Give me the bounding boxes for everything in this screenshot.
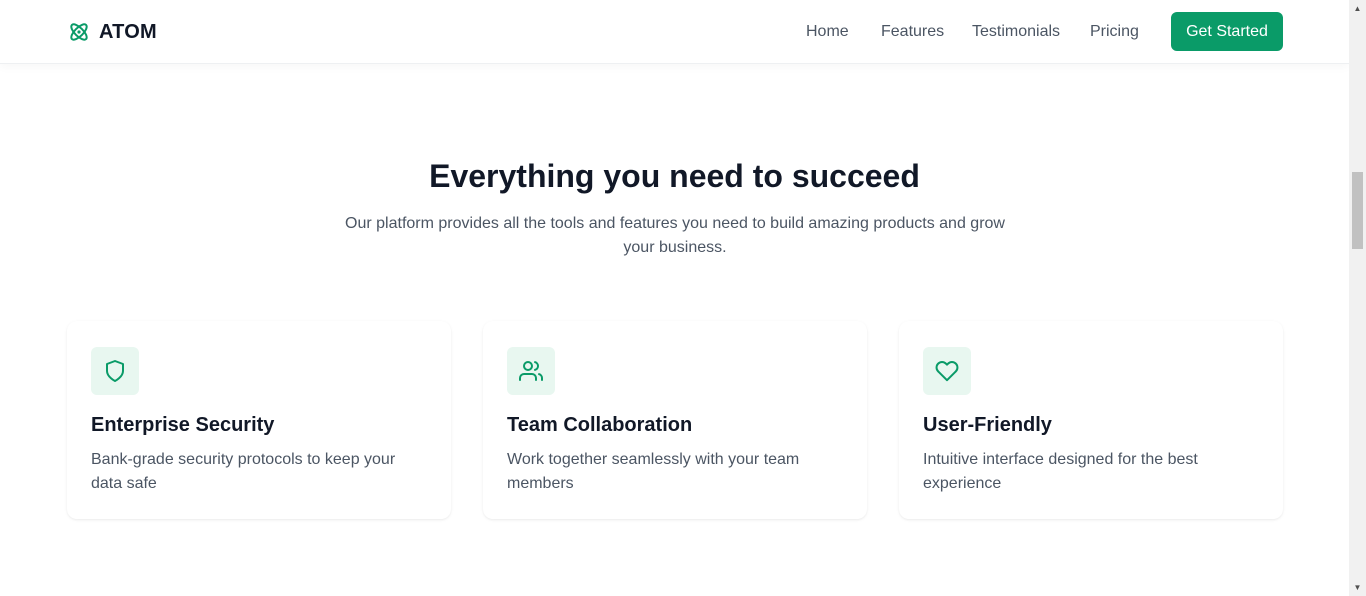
- scrollbar-thumb[interactable]: [1352, 172, 1363, 249]
- brand-name: ATOM: [99, 20, 157, 43]
- feature-card-description: Bank-grade security protocols to keep yo…: [91, 451, 396, 492]
- atom-icon: [67, 20, 91, 44]
- scroll-up-arrow-icon[interactable]: ▲: [1349, 0, 1366, 17]
- feature-card-description: Work together seamlessly with your team …: [507, 451, 800, 492]
- feature-card-title: User-Friendly: [923, 414, 1052, 436]
- nav-link-home[interactable]: Home: [806, 23, 849, 41]
- page: ATOM Home Features Testimonials Pricing …: [0, 0, 1349, 596]
- feature-card-title: Team Collaboration: [507, 414, 693, 436]
- vertical-scrollbar[interactable]: ▲ ▼: [1349, 0, 1366, 596]
- section-subtitle: Our platform provides all the tools and …: [345, 215, 1005, 256]
- get-started-button[interactable]: Get Started: [1171, 12, 1283, 51]
- nav-link-pricing[interactable]: Pricing: [1090, 23, 1139, 41]
- feature-card-collaboration: Team Collaboration Work together seamles…: [483, 321, 867, 519]
- nav-link-testimonials[interactable]: Testimonials: [972, 23, 1060, 41]
- users-icon: [507, 347, 555, 395]
- nav-link-features[interactable]: Features: [881, 23, 944, 41]
- section-title: Everything you need to succeed: [429, 158, 920, 194]
- navbar: ATOM Home Features Testimonials Pricing …: [0, 0, 1349, 64]
- brand-logo[interactable]: ATOM: [67, 19, 157, 45]
- feature-card-description: Intuitive interface designed for the bes…: [923, 451, 1198, 492]
- feature-card-user-friendly: User-Friendly Intuitive interface design…: [899, 321, 1283, 519]
- feature-card-title: Enterprise Security: [91, 414, 275, 436]
- shield-icon: [91, 347, 139, 395]
- scroll-down-arrow-icon[interactable]: ▼: [1349, 579, 1366, 596]
- heart-icon: [923, 347, 971, 395]
- feature-card-security: Enterprise Security Bank-grade security …: [67, 321, 451, 519]
